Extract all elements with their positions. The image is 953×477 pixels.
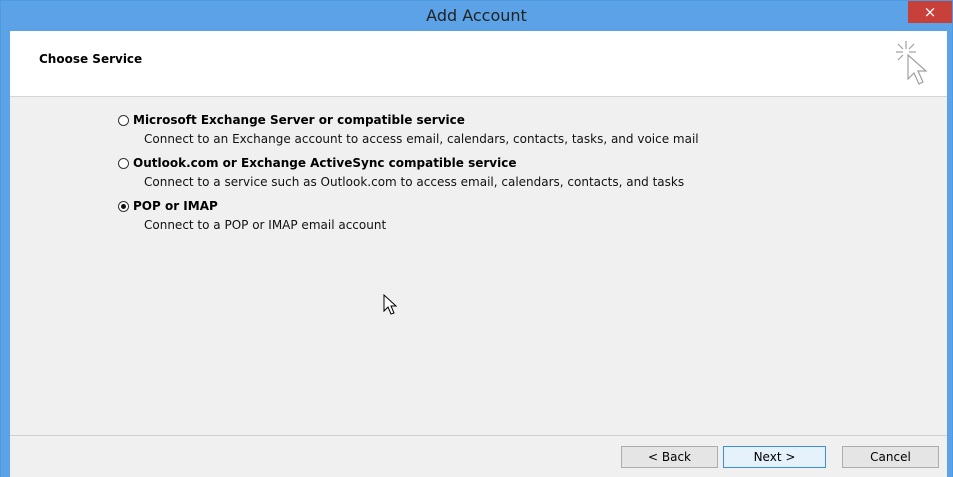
- cancel-button[interactable]: Cancel: [842, 446, 939, 468]
- close-icon: ×: [923, 3, 937, 21]
- add-account-dialog: Add Account × Choose Service Microsoft E…: [0, 0, 953, 477]
- radio-exchange[interactable]: [118, 115, 129, 126]
- radio-pop-imap[interactable]: [118, 201, 129, 212]
- option-exchange-description: Connect to an Exchange account to access…: [144, 132, 699, 146]
- footer-divider: [10, 435, 947, 436]
- window-border-left: [1, 31, 10, 477]
- option-pop-imap-label[interactable]: POP or IMAP: [133, 199, 218, 213]
- window-title: Add Account: [426, 6, 527, 25]
- option-pop-imap-description: Connect to a POP or IMAP email account: [144, 218, 387, 232]
- radio-outlook-com[interactable]: [118, 158, 129, 169]
- option-outlook-com-description: Connect to a service such as Outlook.com…: [144, 175, 685, 189]
- close-button[interactable]: ×: [908, 1, 952, 23]
- wizard-cursor-sparkle-icon: [896, 41, 928, 85]
- mouse-pointer-icon: [383, 294, 398, 315]
- title-bar[interactable]: Add Account ×: [1, 1, 952, 31]
- next-button[interactable]: Next >: [723, 446, 826, 468]
- dialog-content: Choose Service Microsoft Exchange Server…: [10, 31, 947, 477]
- option-exchange-label[interactable]: Microsoft Exchange Server or compatible …: [133, 113, 465, 127]
- page-title: Choose Service: [39, 52, 143, 66]
- option-outlook-com-label[interactable]: Outlook.com or Exchange ActiveSync compa…: [133, 156, 516, 170]
- back-button[interactable]: < Back: [621, 446, 718, 468]
- dialog-header: Choose Service: [10, 31, 947, 97]
